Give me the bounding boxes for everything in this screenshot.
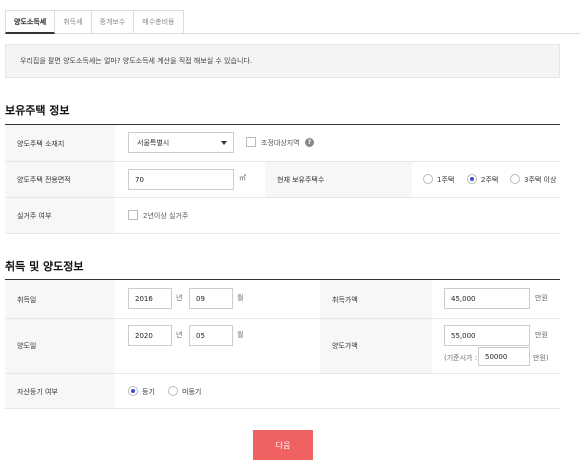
std-price-unit: 만원) xyxy=(533,354,549,362)
location-value: 서울특별시 xyxy=(137,138,170,147)
tab-brokerage-fee[interactable]: 중개보수 xyxy=(91,10,135,34)
notice-text: 우리집을 팔면 양도소득세는 얼마? 양도소득세 계산을 직접 해보실 수 있습… xyxy=(20,57,253,65)
sale-month-input[interactable]: 05 xyxy=(189,325,233,346)
sale-date-label: 양도일 xyxy=(17,342,37,350)
house-count-radio-2[interactable] xyxy=(467,174,477,184)
row-divider xyxy=(5,161,560,162)
row-divider xyxy=(5,373,560,374)
section-title-housing: 보유주택 정보 xyxy=(5,104,70,117)
row-divider xyxy=(5,318,560,319)
area-input[interactable]: 70 xyxy=(128,169,234,190)
residence-option-label: 2년이상 실거주 xyxy=(143,212,189,220)
area-label: 양도주택 전용면적 xyxy=(17,176,71,184)
house-count-label: 현재 보유주택수 xyxy=(277,176,325,184)
house-count-option-3: 3주택 이상 xyxy=(524,176,557,184)
chevron-down-icon xyxy=(221,141,227,145)
tab-total-purchase-cost[interactable]: 매수총비용 xyxy=(134,10,184,34)
row-divider xyxy=(5,197,560,198)
registered-radio-yes[interactable] xyxy=(128,386,138,396)
area-unit: ㎡ xyxy=(239,174,246,182)
year-unit: 년 xyxy=(176,331,183,339)
next-button[interactable]: 다음 xyxy=(253,430,313,460)
registered-label: 자산등기 여부 xyxy=(17,388,58,396)
acq-date-label: 취득일 xyxy=(17,296,37,304)
section-title-transfer: 취득 및 양도정보 xyxy=(5,260,84,273)
row-divider xyxy=(5,408,560,409)
house-count-option-2: 2주택 xyxy=(481,176,499,184)
std-price-label: (기준시가 : xyxy=(444,354,478,362)
label-cell xyxy=(320,280,432,373)
acq-year-input[interactable]: 2016 xyxy=(128,288,172,309)
registered-option-yes: 등기 xyxy=(142,388,155,396)
notice-box: 우리집을 팔면 양도소득세는 얼마? 양도소득세 계산을 직접 해보실 수 있습… xyxy=(5,44,560,78)
month-unit: 월 xyxy=(237,294,244,302)
residence-label: 실거주 여부 xyxy=(17,212,52,220)
year-unit: 년 xyxy=(176,294,183,302)
registered-radio-no[interactable] xyxy=(168,386,178,396)
registered-option-no: 미등기 xyxy=(182,388,202,396)
acq-month-input[interactable]: 09 xyxy=(189,288,233,309)
location-label: 양도주택 소재지 xyxy=(17,140,65,148)
acq-price-input[interactable]: 45,000 xyxy=(444,288,530,309)
adjusted-area-checkbox[interactable] xyxy=(246,137,256,147)
tab-capital-gains-tax[interactable]: 양도소득세 xyxy=(5,10,56,34)
month-unit: 월 xyxy=(237,331,244,339)
sale-year-input[interactable]: 2020 xyxy=(128,325,172,346)
row-divider xyxy=(5,233,560,234)
acq-price-label: 취득가액 xyxy=(332,296,358,304)
std-price-input[interactable]: 50000 xyxy=(478,347,530,366)
residence-checkbox[interactable] xyxy=(128,210,138,220)
house-count-radio-3[interactable] xyxy=(510,174,520,184)
house-count-option-1: 1주택 xyxy=(437,176,455,184)
location-select[interactable]: 서울특별시 xyxy=(128,132,234,153)
tab-acquisition-tax[interactable]: 취득세 xyxy=(55,10,92,34)
price-unit: 만원 xyxy=(535,331,548,339)
sale-price-input[interactable]: 55,000 xyxy=(444,325,530,346)
sale-price-label: 양도가액 xyxy=(332,342,358,350)
adjusted-area-label: 조정대상지역 xyxy=(261,139,300,147)
house-count-radio-1[interactable] xyxy=(423,174,433,184)
price-unit: 만원 xyxy=(535,294,548,302)
help-icon[interactable]: ? xyxy=(305,138,314,147)
tab-bar: 양도소득세 취득세 중개보수 매수총비용 xyxy=(5,10,184,34)
